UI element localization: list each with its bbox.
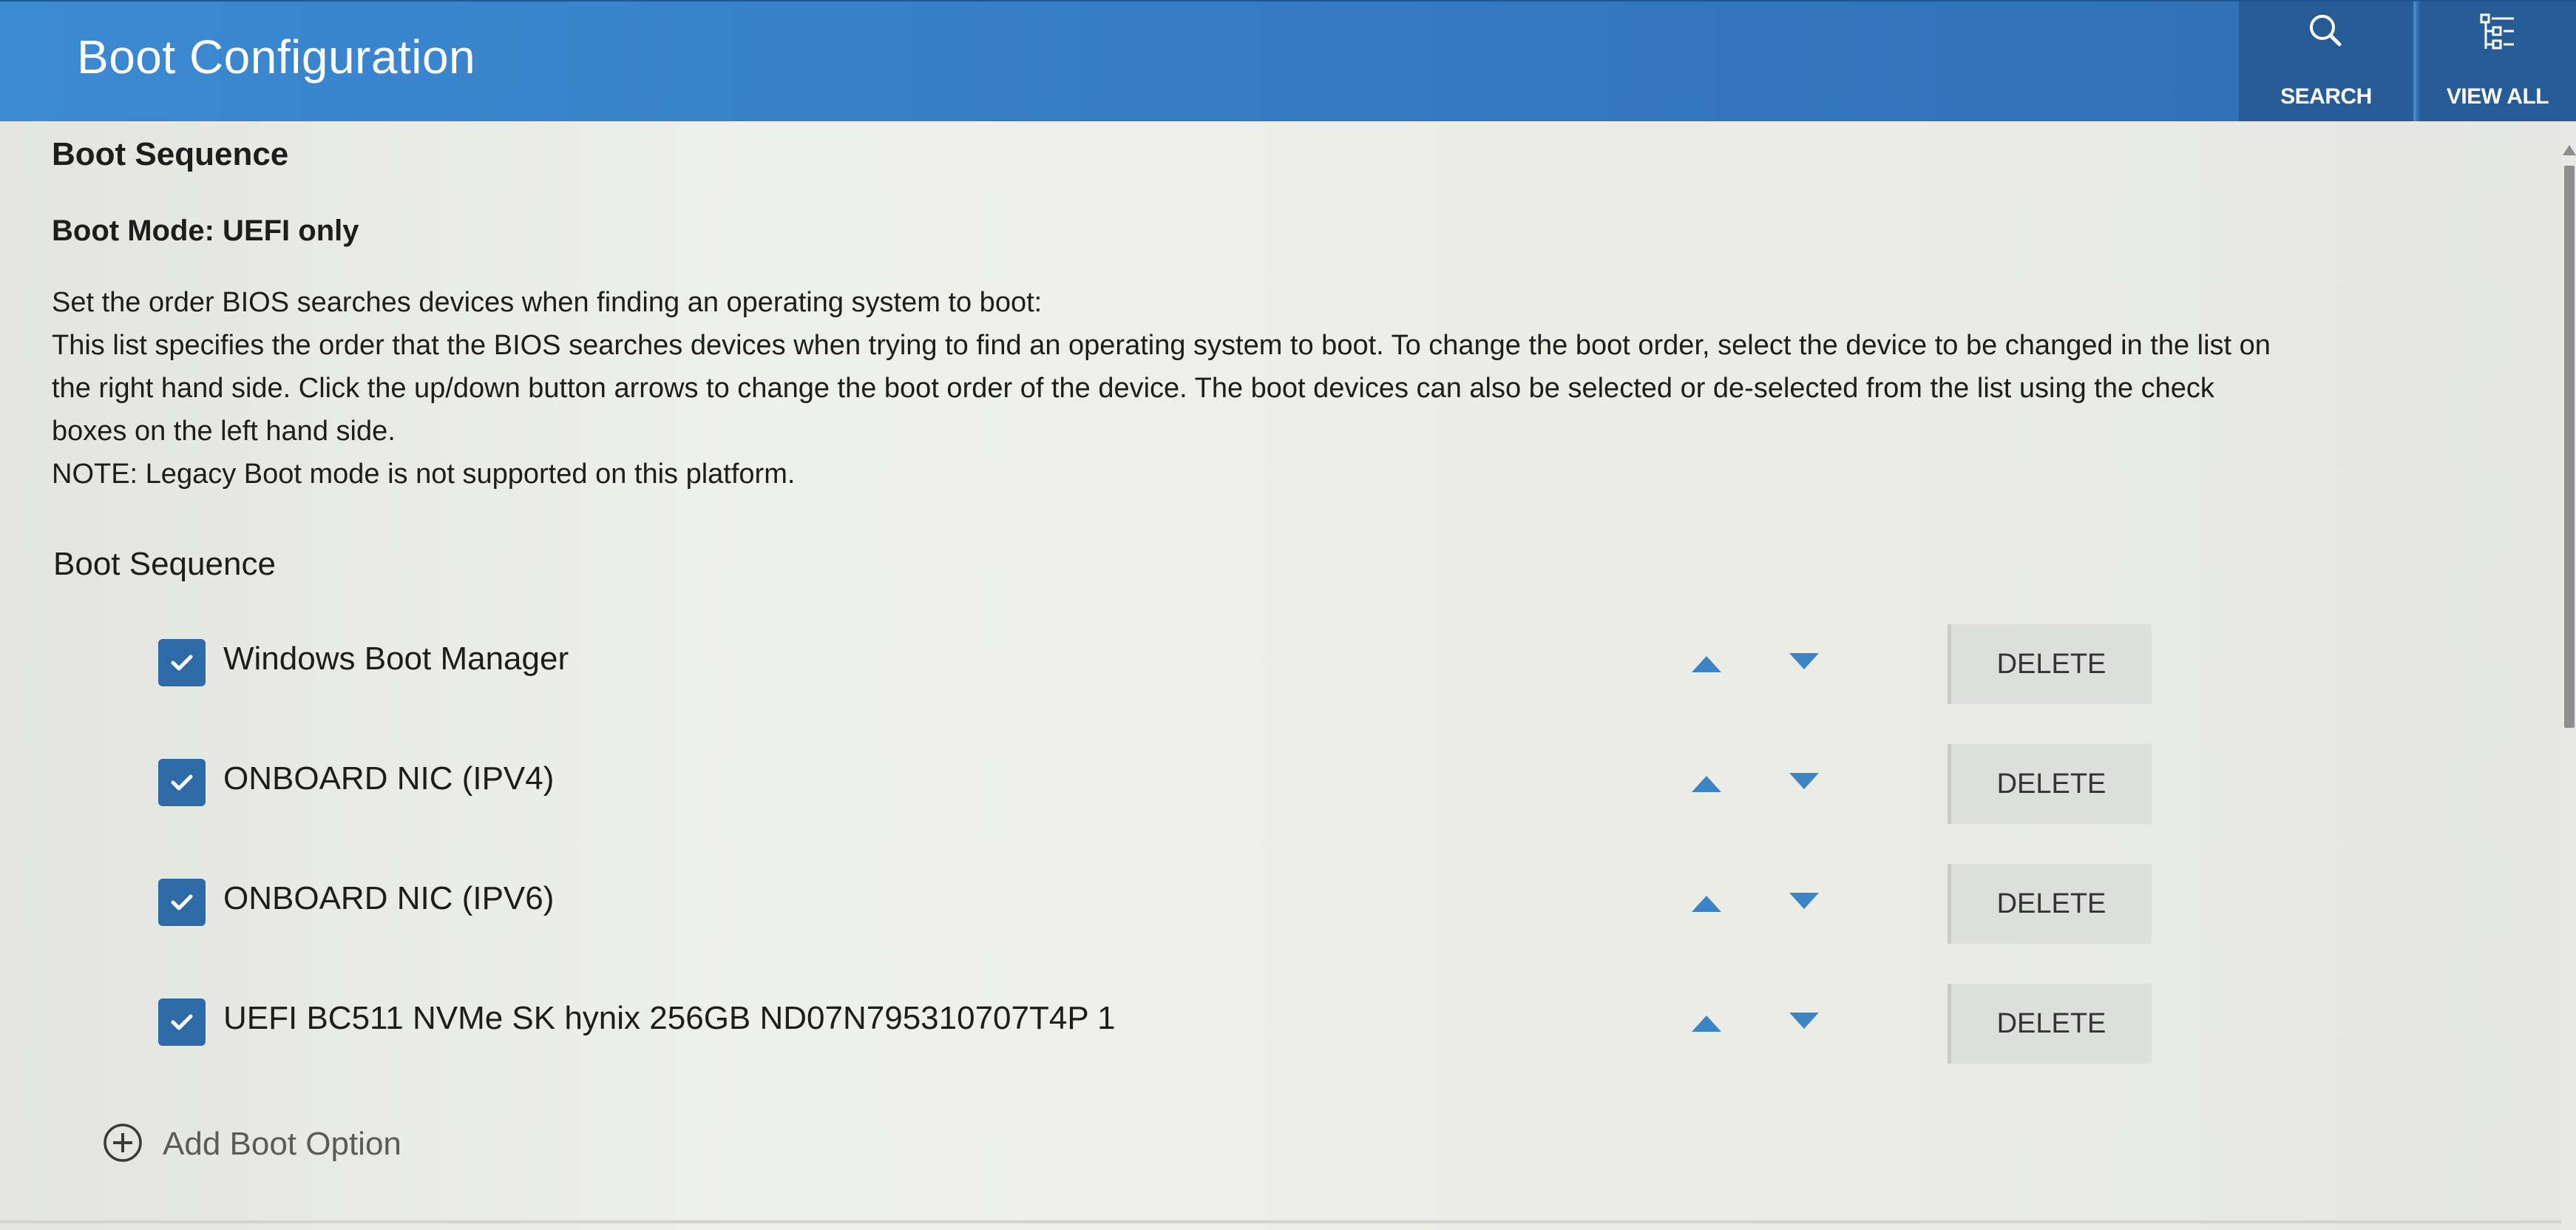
bios-setup-window: Boot Configuration SEARCH VIEW ALL Boot … — [0, 0, 2576, 1230]
device-checkbox[interactable] — [158, 998, 206, 1046]
description-line: NOTE: Legacy Boot mode is not supported … — [52, 459, 796, 490]
boot-device-row: ONBOARD NIC (IPV6) DELETE — [0, 864, 2218, 945]
boot-device-row: ONBOARD NIC (IPV4) DELETE — [0, 744, 2218, 825]
device-name: ONBOARD NIC (IPV6) — [223, 880, 555, 916]
view-all-label: VIEW ALL — [2446, 84, 2549, 109]
add-boot-option-label: Add Boot Option — [163, 1126, 401, 1162]
checkmark-icon — [171, 1014, 193, 1030]
boot-sequence-label: Boot Sequence — [53, 546, 276, 582]
divider — [0, 1220, 2561, 1223]
delete-button[interactable]: DELETE — [1948, 864, 2152, 944]
section-heading: Boot Sequence — [52, 136, 289, 172]
search-label: SEARCH — [2280, 84, 2372, 109]
description-line: This list specifies the order that the B… — [52, 330, 2271, 361]
search-icon — [2304, 9, 2348, 57]
arrow-down-icon[interactable] — [1786, 886, 1822, 916]
scrollbar-thumb[interactable] — [2564, 166, 2575, 728]
arrow-down-icon[interactable] — [1786, 766, 1822, 796]
add-boot-option-button[interactable]: Add Boot Option — [102, 1118, 401, 1170]
checkmark-icon — [171, 774, 193, 791]
device-name: Windows Boot Manager — [223, 641, 569, 677]
boot-mode-text: Boot Mode: UEFI only — [52, 214, 359, 247]
arrow-up-icon[interactable] — [1689, 649, 1724, 679]
scroll-up-icon[interactable] — [2563, 145, 2576, 155]
filter-list-icon — [2475, 9, 2520, 60]
header-bar: Boot Configuration SEARCH VIEW ALL — [0, 0, 2576, 123]
vertical-scrollbar[interactable] — [2561, 121, 2576, 1230]
checkmark-icon — [171, 894, 193, 910]
delete-button[interactable]: DELETE — [1948, 984, 2152, 1064]
plus-circle-icon — [102, 1122, 143, 1167]
arrow-up-icon[interactable] — [1689, 769, 1724, 799]
boot-device-row: Windows Boot Manager DELETE — [0, 624, 2218, 706]
device-name: UEFI BC511 NVMe SK hynix 256GB ND07N7953… — [223, 1000, 1116, 1036]
delete-button[interactable]: DELETE — [1948, 744, 2152, 824]
device-checkbox[interactable] — [158, 759, 206, 806]
boot-sequence-panel: Boot Sequence Boot Mode: UEFI only Set t… — [0, 121, 2561, 1230]
checkmark-icon — [171, 655, 193, 671]
search-button[interactable]: SEARCH — [2239, 1, 2416, 123]
description-line: boxes on the left hand side. — [52, 416, 396, 447]
arrow-down-icon[interactable] — [1786, 646, 1822, 676]
page-title: Boot Configuration — [77, 30, 476, 84]
device-checkbox[interactable] — [158, 879, 206, 926]
view-all-button[interactable]: VIEW ALL — [2419, 1, 2576, 123]
device-checkbox[interactable] — [158, 639, 206, 686]
description-line: the right hand side. Click the up/down b… — [52, 373, 2214, 404]
device-name: ONBOARD NIC (IPV4) — [223, 760, 555, 797]
arrow-up-icon[interactable] — [1689, 889, 1724, 919]
arrow-down-icon[interactable] — [1786, 1006, 1822, 1035]
arrow-up-icon[interactable] — [1689, 1009, 1724, 1038]
delete-button[interactable]: DELETE — [1948, 624, 2152, 704]
description-text: Set the order BIOS searches devices when… — [52, 281, 2492, 496]
description-line: Set the order BIOS searches devices when… — [52, 287, 1043, 318]
boot-device-row: UEFI BC511 NVMe SK hynix 256GB ND07N7953… — [0, 984, 2218, 1065]
